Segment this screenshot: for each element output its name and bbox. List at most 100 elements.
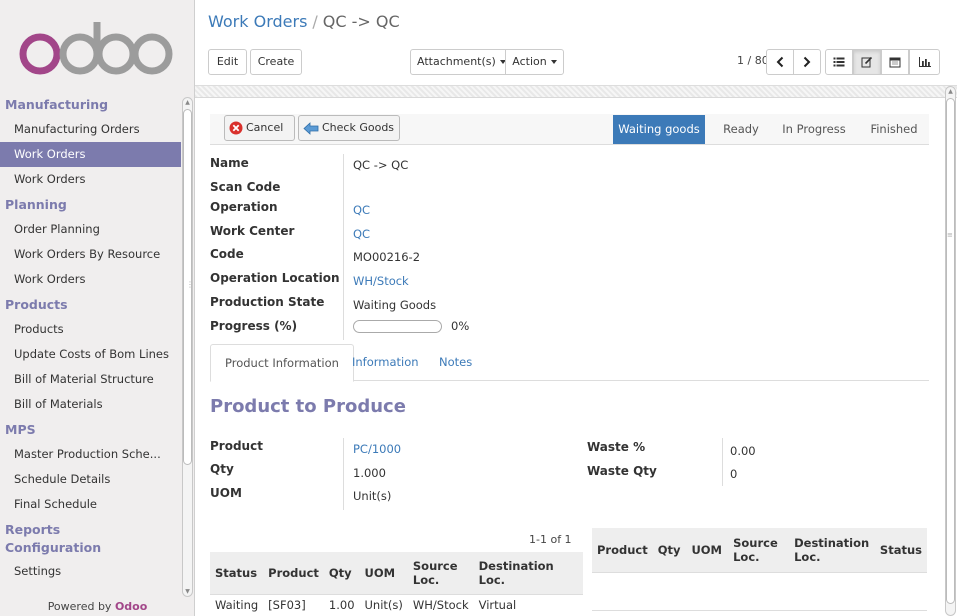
menu-item-products[interactable]: Products xyxy=(0,317,181,342)
goods-arrow-icon xyxy=(303,121,319,135)
cell-qty: 1.00 xyxy=(328,597,355,612)
menu-item-work-orders[interactable]: Work Orders xyxy=(0,167,181,192)
production-state-value: Waiting Goods xyxy=(353,298,437,312)
graph-view-button[interactable] xyxy=(909,49,940,75)
moves-pager[interactable]: 1-1 of 1 xyxy=(529,533,572,546)
action-label: Action xyxy=(512,55,547,68)
stage-in-progress[interactable]: In Progress xyxy=(778,115,850,144)
powered-by: Powered by Odoo xyxy=(0,600,195,613)
cancel-button[interactable]: Cancel xyxy=(224,115,295,141)
pager-next-button[interactable] xyxy=(793,49,821,75)
operation-location-value[interactable]: WH/Stock xyxy=(353,274,409,288)
form-view-button[interactable] xyxy=(853,49,881,75)
menu-item-bom-structure[interactable]: Bill of Material Structure xyxy=(0,367,181,392)
breadcrumb: Work Orders / QC -> QC xyxy=(208,12,400,31)
table-empty-row xyxy=(592,572,927,611)
column-header-uom[interactable]: UOM xyxy=(686,528,729,573)
menu-section-configuration[interactable]: Configuration xyxy=(0,538,181,559)
menu-section-mps[interactable]: MPS xyxy=(0,417,181,442)
column-header-product[interactable]: Product xyxy=(592,528,653,573)
edit-button[interactable]: Edit xyxy=(208,49,247,75)
column-header-status[interactable]: Status xyxy=(210,552,264,595)
column-header-qty[interactable]: Qty xyxy=(652,528,687,573)
menu-item-final-schedule[interactable]: Final Schedule xyxy=(0,492,181,517)
scan-code-label: Scan Code xyxy=(210,180,281,194)
menu-item-master-production-schedule[interactable]: Master Production Sche... xyxy=(0,442,181,467)
menu-item-update-costs[interactable]: Update Costs of Bom Lines xyxy=(0,342,181,367)
sidebar: Manufacturing Manufacturing Orders Work … xyxy=(0,0,195,616)
menu-item-schedule-details[interactable]: Schedule Details xyxy=(0,467,181,492)
tab-notes[interactable]: Notes xyxy=(425,344,486,381)
form-view: Cancel Check Goods Waiting goods Ready I… xyxy=(195,98,957,616)
attachments-dropdown[interactable]: Attachment(s) xyxy=(410,49,506,75)
breadcrumb-parent[interactable]: Work Orders xyxy=(208,12,307,31)
stage-finished[interactable]: Finished xyxy=(864,115,924,144)
main-scroll-thumb[interactable] xyxy=(946,98,955,604)
scroll-up-arrow-icon[interactable]: ▲ xyxy=(183,98,192,107)
table-row[interactable]: Waiting [SF03] 1.00 Unit(s) WH/Stock Vir… xyxy=(210,594,583,615)
work-center-value[interactable]: QC xyxy=(353,227,370,241)
progress-label: Progress (%) xyxy=(210,319,298,333)
uom-value: Unit(s) xyxy=(353,489,392,503)
menu-item-planning-work-orders[interactable]: Work Orders xyxy=(0,267,181,292)
pager-previous-button[interactable] xyxy=(766,49,794,75)
cancel-icon xyxy=(229,121,243,135)
sidebar-scrollbar[interactable]: ▲ ▼ xyxy=(181,97,194,597)
caret-down-icon xyxy=(550,60,557,64)
bar-chart-icon xyxy=(918,57,931,67)
scroll-up-arrow-icon[interactable]: ▲ xyxy=(946,88,955,95)
product-label: Product xyxy=(210,439,263,453)
column-header-product[interactable]: Product xyxy=(263,552,324,595)
raw-moves-table: Status Product Qty UOM Source Loc. Desti… xyxy=(210,552,583,615)
progress-value: 0% xyxy=(451,319,470,333)
action-dropdown[interactable]: Action xyxy=(505,49,564,75)
waste-qty-label: Waste Qty xyxy=(587,464,657,478)
calendar-icon xyxy=(889,57,901,68)
notebook-tabs: Product Information Information Notes xyxy=(210,344,929,382)
edit-form-icon xyxy=(861,56,873,68)
column-header-source-loc[interactable]: Source Loc. xyxy=(407,552,474,595)
column-header-source-loc[interactable]: Source Loc. xyxy=(728,528,790,573)
cell-uom: Unit(s) xyxy=(364,597,403,612)
menu-section-products[interactable]: Products xyxy=(0,292,181,317)
product-column-divider xyxy=(343,438,344,510)
menu-section-manufacturing[interactable]: Manufacturing xyxy=(0,92,181,117)
cell-status: Waiting xyxy=(215,597,259,612)
tab-information[interactable]: Information xyxy=(338,344,433,381)
check-goods-button[interactable]: Check Goods xyxy=(298,115,400,141)
create-button[interactable]: Create xyxy=(250,49,302,75)
stage-waiting-goods[interactable]: Waiting goods xyxy=(613,115,705,144)
product-value[interactable]: PC/1000 xyxy=(353,442,401,456)
menu-item-settings[interactable]: Settings xyxy=(0,559,181,584)
control-panel-shadow xyxy=(195,86,957,98)
menu-item-work-orders-active[interactable]: Work Orders xyxy=(0,142,181,167)
menu-item-work-orders-by-resource[interactable]: Work Orders By Resource xyxy=(0,242,181,267)
operation-value[interactable]: QC xyxy=(353,203,370,217)
table-header-row: Product Qty UOM Source Loc. Destination … xyxy=(592,528,927,573)
calendar-view-button[interactable] xyxy=(881,49,909,75)
stage-ready[interactable]: Ready xyxy=(717,115,765,144)
scroll-down-arrow-icon[interactable]: ▼ xyxy=(183,587,192,596)
column-header-destination-loc[interactable]: Destination Loc. xyxy=(789,528,875,573)
list-view-button[interactable] xyxy=(825,49,853,75)
work-center-label: Work Center xyxy=(210,224,295,238)
column-header-qty[interactable]: Qty xyxy=(323,552,360,595)
menu-item-order-planning[interactable]: Order Planning xyxy=(0,217,181,242)
check-goods-label: Check Goods xyxy=(322,121,395,134)
menu-section-reports[interactable]: Reports xyxy=(0,521,181,538)
menu-item-manufacturing-orders[interactable]: Manufacturing Orders xyxy=(0,117,181,142)
resize-grip-icon[interactable]: ⋮ xyxy=(186,280,194,289)
cell-product: [SF03] xyxy=(268,597,306,612)
menu-item-bill-of-materials[interactable]: Bill of Materials xyxy=(0,392,181,417)
odoo-logo[interactable] xyxy=(18,22,173,78)
main-scrollbar[interactable]: ▲ ≡ xyxy=(944,86,957,616)
code-label: Code xyxy=(210,247,244,261)
pager-value[interactable]: 1 / 80 xyxy=(737,54,769,67)
menu-section-planning[interactable]: Planning xyxy=(0,192,181,217)
column-header-status[interactable]: Status xyxy=(874,528,927,573)
column-header-destination-loc[interactable]: Destination Loc. xyxy=(473,552,583,595)
column-header-uom[interactable]: UOM xyxy=(359,552,408,595)
powered-by-brand[interactable]: Odoo xyxy=(115,600,147,613)
tab-product-information[interactable]: Product Information xyxy=(210,344,354,382)
scroll-grip-icon: ≡ xyxy=(947,231,953,239)
